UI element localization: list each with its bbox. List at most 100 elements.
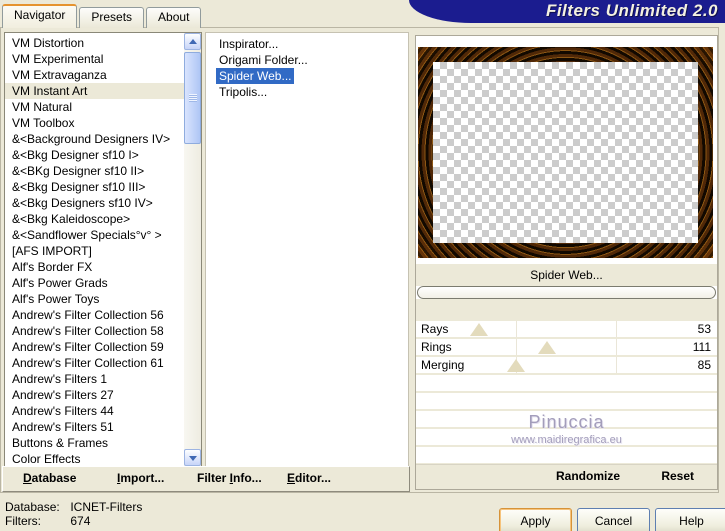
reset-button[interactable]: Reset	[661, 469, 694, 483]
category-list-item[interactable]: Alf's Power Toys	[5, 291, 184, 307]
empty-slider-row	[416, 429, 717, 447]
filter-list-item[interactable]: Origami Folder...	[216, 52, 311, 68]
category-label: Andrew's Filters 1	[12, 372, 107, 386]
category-list-item[interactable]: Buttons & Frames	[5, 435, 184, 451]
title-banner: Filters Unlimited 2.0	[409, 0, 725, 23]
category-list-item[interactable]: &<Sandflower Specials°v° >	[5, 227, 184, 243]
category-list-item[interactable]: &<Bkg Designer sf10 III>	[5, 179, 184, 195]
category-list-item[interactable]: Andrew's Filter Collection 56	[5, 307, 184, 323]
category-label: Alf's Power Grads	[12, 276, 108, 290]
database-value: ICNET-Filters	[70, 500, 143, 514]
category-list-item[interactable]: VM Instant Art	[5, 83, 184, 99]
filters-value: 674	[70, 514, 91, 528]
category-list-item[interactable]: &<BKg Designer sf10 II>	[5, 163, 184, 179]
category-list-item[interactable]: Andrew's Filter Collection 59	[5, 339, 184, 355]
category-list-item[interactable]: Andrew's Filters 1	[5, 371, 184, 387]
slider-row[interactable]: Rays 53	[416, 321, 717, 339]
toolbar-button[interactable]: Database	[23, 471, 76, 485]
category-list-item[interactable]: Alf's Power Grads	[5, 275, 184, 291]
category-list-item[interactable]: VM Toolbox	[5, 115, 184, 131]
category-list-item[interactable]: &<Bkg Kaleidoscope>	[5, 211, 184, 227]
dialog-button-label: Help	[679, 514, 704, 528]
category-label: Andrew's Filters 51	[12, 420, 114, 434]
category-list-item[interactable]: VM Distortion	[5, 35, 184, 51]
category-label: VM Experimental	[12, 52, 104, 66]
slider-label: Rays	[421, 322, 449, 336]
filters-label: Filters:	[5, 514, 41, 528]
filter-label: Spider Web...	[219, 69, 292, 83]
category-label: &<Bkg Kaleidoscope>	[12, 212, 131, 226]
category-list-item[interactable]: Andrew's Filters 51	[5, 419, 184, 435]
slider-value: 85	[697, 358, 711, 372]
dialog-button-label: Apply	[520, 514, 551, 528]
filter-list-item[interactable]: Spider Web...	[216, 68, 295, 84]
category-list-item[interactable]: VM Natural	[5, 99, 184, 115]
category-label: VM Distortion	[12, 36, 85, 50]
slider-handle[interactable]	[469, 323, 488, 336]
dialog-button[interactable]: Cancel	[577, 508, 650, 531]
category-scrollbar	[184, 33, 201, 466]
scroll-up-icon[interactable]	[184, 33, 201, 50]
category-list-item[interactable]: &<Bkg Designer sf10 I>	[5, 147, 184, 163]
category-label: VM Extravaganza	[12, 68, 107, 82]
tab-label: Presets	[91, 10, 133, 24]
tab[interactable]: Presets	[79, 7, 145, 28]
category-label: Andrew's Filter Collection 61	[12, 356, 164, 370]
category-list-item[interactable]: VM Experimental	[5, 51, 184, 67]
category-list-item[interactable]: Color Effects	[5, 451, 184, 466]
category-list-item[interactable]: Andrew's Filter Collection 61	[5, 355, 184, 371]
category-label: Buttons & Frames	[12, 436, 109, 450]
dialog-buttons: Apply Cancel Help	[499, 508, 725, 531]
tab[interactable]: Navigator	[2, 4, 78, 28]
active-filter-title: Spider Web...	[416, 264, 717, 286]
tab-label: Navigator	[14, 8, 66, 22]
tab-label: About	[158, 10, 190, 24]
slider-handle[interactable]	[538, 341, 557, 354]
dialog-button-label: Cancel	[594, 514, 633, 528]
slider-label: Rings	[421, 340, 452, 354]
category-label: &<Bkg Designer sf10 I>	[12, 148, 139, 162]
slider-row[interactable]: Rings 111	[416, 339, 717, 357]
category-label: &<Bkg Designer sf10 III>	[12, 180, 146, 194]
category-list-item[interactable]: Andrew's Filters 27	[5, 387, 184, 403]
status-database-row: Database: ICNET-Filters	[5, 500, 142, 514]
scroll-down-icon[interactable]	[184, 449, 201, 466]
slider-value: 111	[692, 340, 711, 354]
filter-list: Inspirator... Origami Folder... Spider W…	[205, 32, 409, 467]
randomize-button[interactable]: Randomize	[556, 469, 620, 483]
category-list-item[interactable]: VM Extravaganza	[5, 67, 184, 83]
category-label: VM Toolbox	[12, 116, 75, 130]
toolbar-button[interactable]: Import...	[117, 471, 164, 485]
filter-preview	[418, 47, 713, 258]
slider-row[interactable]: Merging 85	[416, 357, 717, 375]
category-label: &<Background Designers IV>	[12, 132, 171, 146]
category-label: VM Instant Art	[12, 84, 88, 98]
category-list-item[interactable]: Andrew's Filters 44	[5, 403, 184, 419]
filter-label: Inspirator...	[219, 37, 279, 51]
scrollbar-thumb[interactable]	[184, 52, 201, 144]
category-list-item[interactable]: &<Bkg Designers sf10 IV>	[5, 195, 184, 211]
empty-slider-row	[416, 411, 717, 429]
dialog-button[interactable]: Apply	[499, 508, 572, 531]
category-list-item[interactable]: Andrew's Filter Collection 58	[5, 323, 184, 339]
slider-handle[interactable]	[507, 359, 526, 372]
filter-controls: Spider Web... Rays 53 Rings 111 Merging …	[416, 264, 717, 465]
preview-panel: Spider Web... Rays 53 Rings 111 Merging …	[415, 35, 718, 490]
preview-panel-toolbar: Randomize Reset	[416, 464, 717, 489]
tab-bar: Navigator Presets About	[2, 3, 203, 28]
category-list-item[interactable]: Alf's Border FX	[5, 259, 184, 275]
category-label: Andrew's Filters 44	[12, 404, 114, 418]
category-label: &<Bkg Designers sf10 IV>	[12, 196, 153, 210]
toolbar-button[interactable]: Filter Info...	[197, 471, 262, 485]
filter-list-item[interactable]: Tripolis...	[216, 84, 270, 100]
category-list-item[interactable]: &<Background Designers IV>	[5, 131, 184, 147]
tab[interactable]: About	[146, 7, 202, 28]
category-label: &<Sandflower Specials°v° >	[12, 228, 162, 242]
category-label: &<BKg Designer sf10 II>	[12, 164, 145, 178]
category-list-item[interactable]: [AFS IMPORT]	[5, 243, 184, 259]
toolbar-button[interactable]: Editor...	[287, 471, 331, 485]
category-items: VM Distortion VM Experimental VM Extrava…	[5, 35, 184, 466]
dialog-button[interactable]: Help	[655, 508, 725, 531]
filter-list-item[interactable]: Inspirator...	[216, 36, 281, 52]
slider-label: Merging	[421, 358, 465, 372]
